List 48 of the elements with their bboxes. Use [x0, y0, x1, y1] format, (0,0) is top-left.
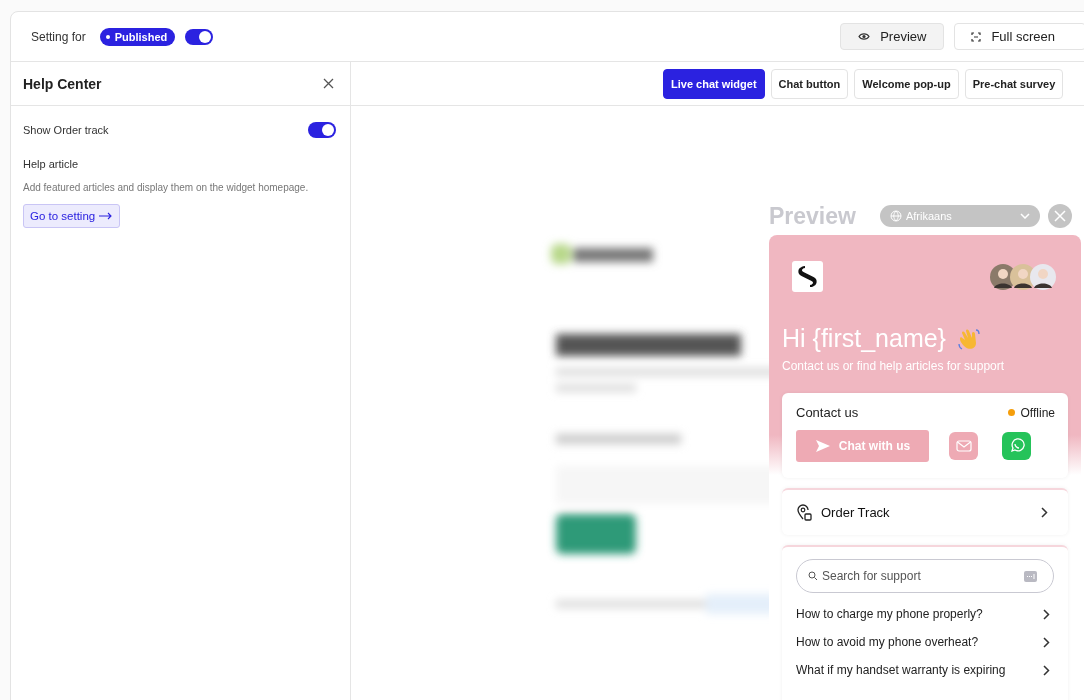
go-to-setting-button[interactable]: Go to setting [23, 204, 121, 228]
tab[interactable]: Live chat widget [663, 68, 765, 99]
logo-icon [792, 261, 823, 292]
full-screen-button[interactable]: Full screen [954, 23, 1084, 50]
greeting-subtitle: Contact us or find help articles for support [782, 359, 1006, 373]
section-title: Help article [23, 158, 80, 170]
fullscreen-icon [971, 31, 982, 42]
article-link[interactable]: How to avoid my phone overheat? [796, 635, 1054, 649]
article-title: What if my handset warranty is expiring [796, 663, 1006, 677]
panel-title: Help Center [23, 75, 102, 92]
location-package-icon [796, 504, 813, 521]
tab[interactable]: Chat button [770, 68, 849, 99]
toggle-switch[interactable] [185, 28, 214, 45]
setting-label: Setting for [31, 29, 86, 44]
contact-title: Contact us [796, 405, 859, 420]
mail-icon [955, 440, 972, 452]
toggle-switch[interactable] [308, 122, 336, 138]
article-link[interactable]: What if my handset warranty is expiring [796, 663, 1054, 677]
tab[interactable]: Welcome pop-up [854, 68, 959, 99]
greeting: Hi {first_name} [782, 324, 946, 353]
article-link[interactable]: How to charge my phone properly? [796, 607, 1054, 621]
article-title: How to avoid my phone overheat? [796, 635, 979, 649]
keyboard-icon [1024, 571, 1037, 582]
status-label: Offline [1020, 405, 1055, 420]
close-icon [1053, 210, 1066, 222]
section-description: Add featured articles and display them on the widget homepage. [23, 182, 310, 193]
chevron-down-icon [1019, 213, 1030, 219]
close-icon[interactable] [323, 78, 334, 89]
search-icon [808, 571, 818, 581]
preview-button[interactable]: Preview [840, 23, 945, 50]
chevron-right-icon [1041, 507, 1048, 518]
tab[interactable]: Pre-chat survey [964, 68, 1064, 99]
chevron-right-icon [1043, 636, 1050, 648]
chat-bubble-icon [1008, 438, 1025, 454]
toggle-label: Show Order track [23, 124, 109, 136]
order-track-item[interactable]: Order Track [782, 488, 1068, 535]
eye-icon [858, 32, 871, 41]
status-dot [1007, 409, 1015, 416]
arrow-right-icon [99, 212, 114, 220]
send-icon [814, 439, 831, 453]
chevron-right-icon [1043, 664, 1050, 676]
avatar-icon [1030, 263, 1056, 290]
order-track-label: Order Track [821, 505, 891, 520]
article-title: How to charge my phone properly? [796, 607, 983, 621]
chevron-right-icon [1043, 608, 1050, 620]
status-badge: Published [99, 27, 176, 46]
globe-icon [889, 210, 902, 222]
search-field[interactable]: Search for support [796, 559, 1054, 593]
